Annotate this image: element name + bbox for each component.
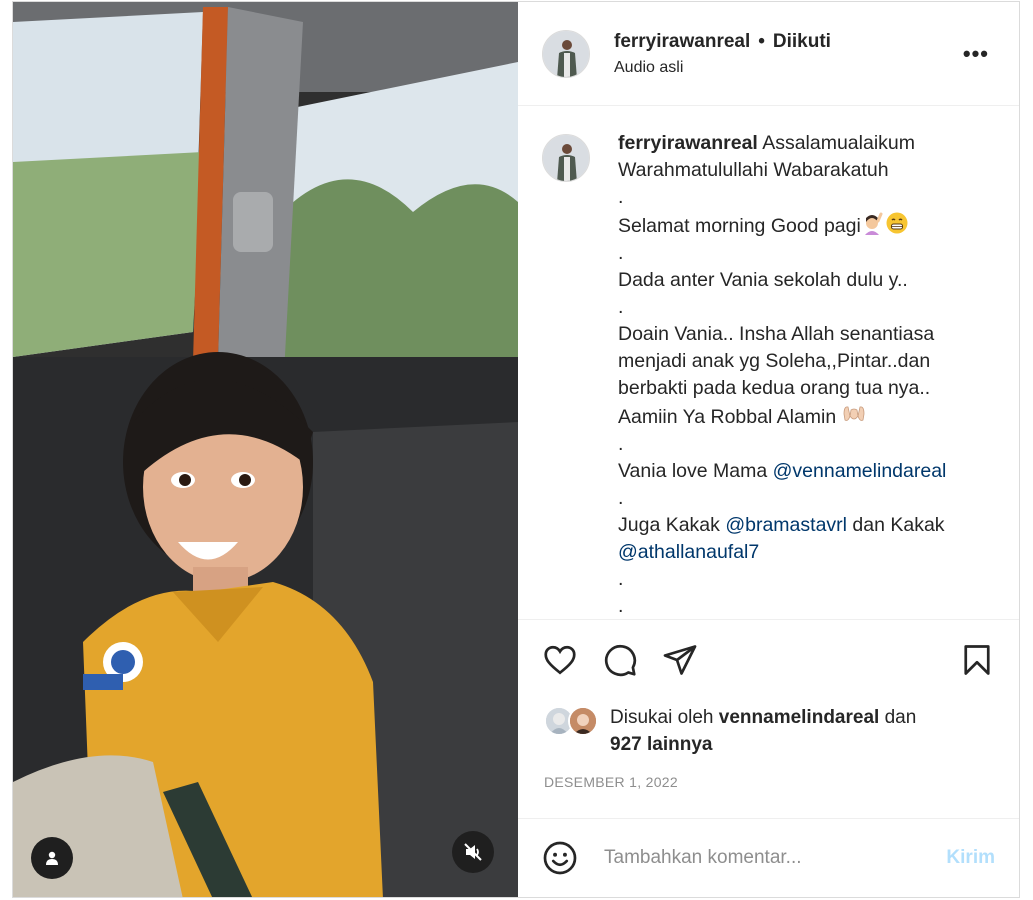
bookmark-icon xyxy=(964,645,990,675)
caption-line: Warahmatulullahi Wabarakatuh xyxy=(618,159,889,182)
caption-line: Aamiin Ya Robbal Alamin xyxy=(618,406,837,429)
caption-line: Dada anter Vania sekolah dulu y.. xyxy=(618,269,908,292)
liker-username[interactable]: vennamelindareal xyxy=(719,707,880,728)
author-username[interactable]: ferryirawanreal xyxy=(614,31,750,53)
caption-section: ferryirawanreal Assalamualaikum Warahmat… xyxy=(518,106,1019,621)
post-header-text: ferryirawanreal • Diikuti Audio asli xyxy=(614,31,959,77)
mention-link[interactable]: @athallanaufal7 xyxy=(618,541,759,563)
raising-hand-emoji-icon xyxy=(864,212,883,236)
likes-mid: dan xyxy=(879,706,917,728)
post-header: ferryirawanreal • Diikuti Audio asli ••• xyxy=(518,2,1019,107)
comment-input[interactable] xyxy=(602,845,947,870)
caption-line: Juga Kakak xyxy=(618,514,726,537)
emoji-picker-button[interactable] xyxy=(542,840,578,876)
instagram-post: ferryirawanreal • Diikuti Audio asli •••… xyxy=(12,1,1020,898)
liker-avatar[interactable] xyxy=(568,705,598,736)
caption-dot: . xyxy=(618,242,624,265)
share-button[interactable] xyxy=(662,642,698,678)
comment-button[interactable] xyxy=(602,642,638,678)
like-button[interactable] xyxy=(542,642,578,678)
post-comment-button[interactable]: Kirim xyxy=(946,847,995,869)
caption-line: Assalamualaikum xyxy=(762,132,915,155)
heart-icon xyxy=(544,646,576,675)
share-icon xyxy=(663,645,697,675)
grinning-emoji-icon xyxy=(886,212,908,234)
liker-avatar-image xyxy=(570,707,596,734)
user-tag-icon xyxy=(46,851,58,865)
post-video[interactable] xyxy=(13,2,518,897)
tagged-users-button[interactable] xyxy=(31,837,73,879)
video-frame xyxy=(13,2,518,897)
caption-avatar-image xyxy=(543,135,589,182)
post-details-panel: ferryirawanreal • Diikuti Audio asli •••… xyxy=(518,2,1019,897)
comment-icon xyxy=(604,645,637,677)
caption-dot: . xyxy=(618,433,624,456)
comment-bar: Kirim xyxy=(518,817,1019,897)
liker-avatars xyxy=(544,705,598,736)
more-options-button[interactable]: ••• xyxy=(959,37,993,71)
palms-up-emoji-icon xyxy=(843,406,865,422)
caption-line: Vania love Mama xyxy=(618,460,773,483)
caption-line: Doain Vania.. Insha Allah senantiasa xyxy=(618,323,935,346)
mention-link[interactable]: @bramastavrl xyxy=(725,514,847,536)
smiley-icon xyxy=(543,841,577,875)
following-button[interactable]: Diikuti xyxy=(773,31,831,53)
caption-dot: . xyxy=(618,595,624,618)
caption-line: Selamat morning Good pagi xyxy=(618,215,861,238)
mute-toggle-button[interactable] xyxy=(452,831,494,873)
caption-dot: . xyxy=(618,487,624,510)
caption-author-avatar[interactable] xyxy=(542,134,590,183)
mention-link[interactable]: @vennamelindareal xyxy=(773,460,947,482)
post-date[interactable]: DESEMBER 1, 2022 xyxy=(518,758,1019,802)
likes-text: Disukai oleh vennamelindareal dan 927 la… xyxy=(610,704,916,758)
caption-line: menjadi anak yg Soleha,,Pintar..dan xyxy=(618,350,931,373)
header-separator: • xyxy=(758,30,765,52)
action-bar xyxy=(518,620,1019,699)
header-line: ferryirawanreal • Diikuti xyxy=(614,31,959,53)
caption-line: dan Kakak xyxy=(846,514,945,537)
likes-summary: Disukai oleh vennamelindareal dan 927 la… xyxy=(518,700,1019,758)
audio-label[interactable]: Audio asli xyxy=(614,59,959,77)
save-button[interactable] xyxy=(959,642,995,678)
volume-off-icon xyxy=(464,843,482,861)
likes-count[interactable]: 927 lainnya xyxy=(610,734,712,755)
caption-text: ferryirawanreal Assalamualaikum Warahmat… xyxy=(618,130,995,619)
caption-username[interactable]: ferryirawanreal xyxy=(618,132,758,154)
caption-dot: . xyxy=(618,186,624,209)
author-avatar-image xyxy=(543,30,589,77)
likes-prefix: Disukai oleh xyxy=(610,706,719,728)
caption-line: berbakti pada kedua orang tua nya.. xyxy=(618,377,931,400)
author-avatar[interactable] xyxy=(542,29,590,78)
caption-dot: . xyxy=(618,568,624,591)
caption-dot: . xyxy=(618,296,624,319)
